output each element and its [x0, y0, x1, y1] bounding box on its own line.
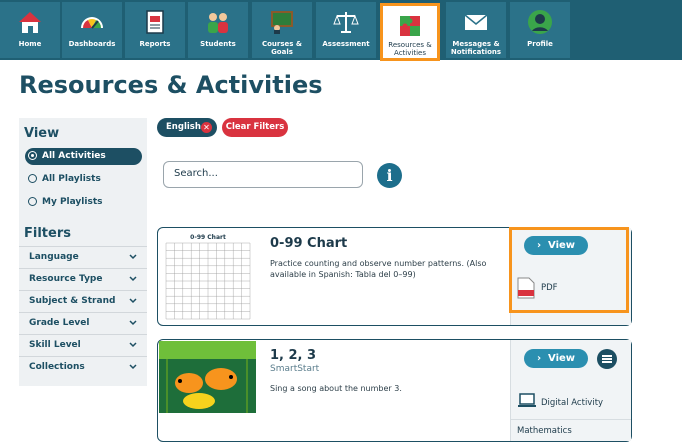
- students-icon: [208, 13, 228, 33]
- home-icon: [19, 12, 41, 33]
- nav-label: Assessment: [322, 40, 370, 48]
- chevron-down-icon: [129, 298, 137, 304]
- view-highlight: [509, 227, 629, 313]
- nav-label: Resources & Activities: [388, 41, 432, 57]
- filters-heading: Filters: [24, 226, 71, 241]
- envelope-icon: [464, 14, 488, 30]
- view-all-playlists[interactable]: All Playlists: [25, 171, 142, 188]
- radio-icon: [28, 174, 37, 183]
- puzzle-icon: [400, 16, 420, 36]
- info-icon[interactable]: i: [377, 163, 402, 188]
- card-actions: › View Digital Activity Mathematics: [510, 340, 631, 441]
- menu-icon[interactable]: [597, 349, 617, 369]
- sidebar: View All Activities All Playlists My Pla…: [19, 118, 147, 386]
- nav-label: Messages & Notifications: [450, 40, 502, 56]
- resource-description: Sing a song about the number 3.: [270, 384, 402, 393]
- view-all-activities[interactable]: All Activities: [25, 148, 142, 165]
- number-grid-image: [165, 242, 251, 320]
- remove-filter-icon[interactable]: ✕: [201, 122, 212, 133]
- profile-icon: [528, 10, 552, 34]
- nav-item-profile[interactable]: Profile: [510, 2, 570, 58]
- chevron-down-icon: [129, 320, 137, 326]
- reports-icon: [146, 10, 164, 34]
- search-input[interactable]: Search...: [163, 161, 363, 188]
- nav-item-reports[interactable]: Reports: [125, 2, 185, 58]
- resource-type-label: Digital Activity: [541, 398, 604, 408]
- language-filter-chip[interactable]: English ✕: [157, 118, 217, 137]
- radio-icon: [28, 197, 37, 206]
- filter-collections[interactable]: Collections: [19, 356, 147, 378]
- laptop-icon: [518, 393, 536, 407]
- filter-skill-level[interactable]: Skill Level: [19, 334, 147, 356]
- filter-resource-type[interactable]: Resource Type: [19, 268, 147, 290]
- chevron-down-icon: [129, 254, 137, 260]
- nav-label: Dashboards: [68, 40, 116, 48]
- nav-item-messages-notifications[interactable]: Messages & Notifications: [446, 2, 506, 58]
- nav-item-dashboards[interactable]: Dashboards: [62, 2, 122, 58]
- view-my-playlists[interactable]: My Playlists: [25, 194, 142, 211]
- nav-label: Courses & Goals: [261, 40, 302, 56]
- view-button[interactable]: › View: [524, 349, 588, 368]
- nav-label: Profile: [527, 40, 553, 48]
- filter-grade-level[interactable]: Grade Level: [19, 312, 147, 334]
- nav-item-resources-activities[interactable]: Resources & Activities: [380, 3, 440, 61]
- nav-item-students[interactable]: Students: [188, 2, 248, 58]
- nav-label: Home: [18, 40, 42, 48]
- thumbnail-title: 0-99 Chart: [190, 234, 226, 241]
- chevron-right-icon: ›: [536, 353, 549, 364]
- resource-title[interactable]: 1, 2, 3: [270, 348, 316, 363]
- filter-subject-strand[interactable]: Subject & Strand: [19, 290, 147, 312]
- top-navigation: Home Dashboards Reports Students Courses…: [0, 0, 682, 61]
- nav-item-assessment[interactable]: Assessment: [316, 2, 376, 58]
- nav-label: Reports: [139, 40, 171, 48]
- scale-icon: [333, 12, 359, 33]
- page-title: Resources & Activities: [19, 71, 323, 99]
- filter-language[interactable]: Language: [19, 246, 147, 268]
- radio-selected-icon: [28, 151, 37, 160]
- goldfish-thumbnail: [159, 341, 256, 413]
- divider: [511, 419, 631, 420]
- nav-item-courses-goals[interactable]: Courses & Goals: [252, 2, 312, 58]
- resource-description: Practice counting and observe number pat…: [270, 259, 487, 279]
- nav-item-home[interactable]: Home: [0, 2, 60, 58]
- resource-card-1-2-3: 1, 2, 3 SmartStart Sing a song about the…: [157, 339, 632, 442]
- chevron-down-icon: [129, 276, 137, 282]
- clear-filters-button[interactable]: Clear Filters: [222, 118, 288, 137]
- subject-label: Mathematics: [517, 426, 572, 436]
- chevron-down-icon: [129, 342, 137, 348]
- chevron-down-icon: [129, 364, 137, 370]
- resource-title[interactable]: 0-99 Chart: [270, 236, 347, 251]
- courses-icon: [271, 11, 293, 34]
- chart-thumbnail: 0-99 Chart: [164, 233, 252, 321]
- nav-label: Students: [200, 40, 236, 48]
- view-heading: View: [24, 126, 60, 141]
- dashboard-gauge-icon: [81, 17, 103, 29]
- resource-subtitle: SmartStart: [270, 364, 320, 374]
